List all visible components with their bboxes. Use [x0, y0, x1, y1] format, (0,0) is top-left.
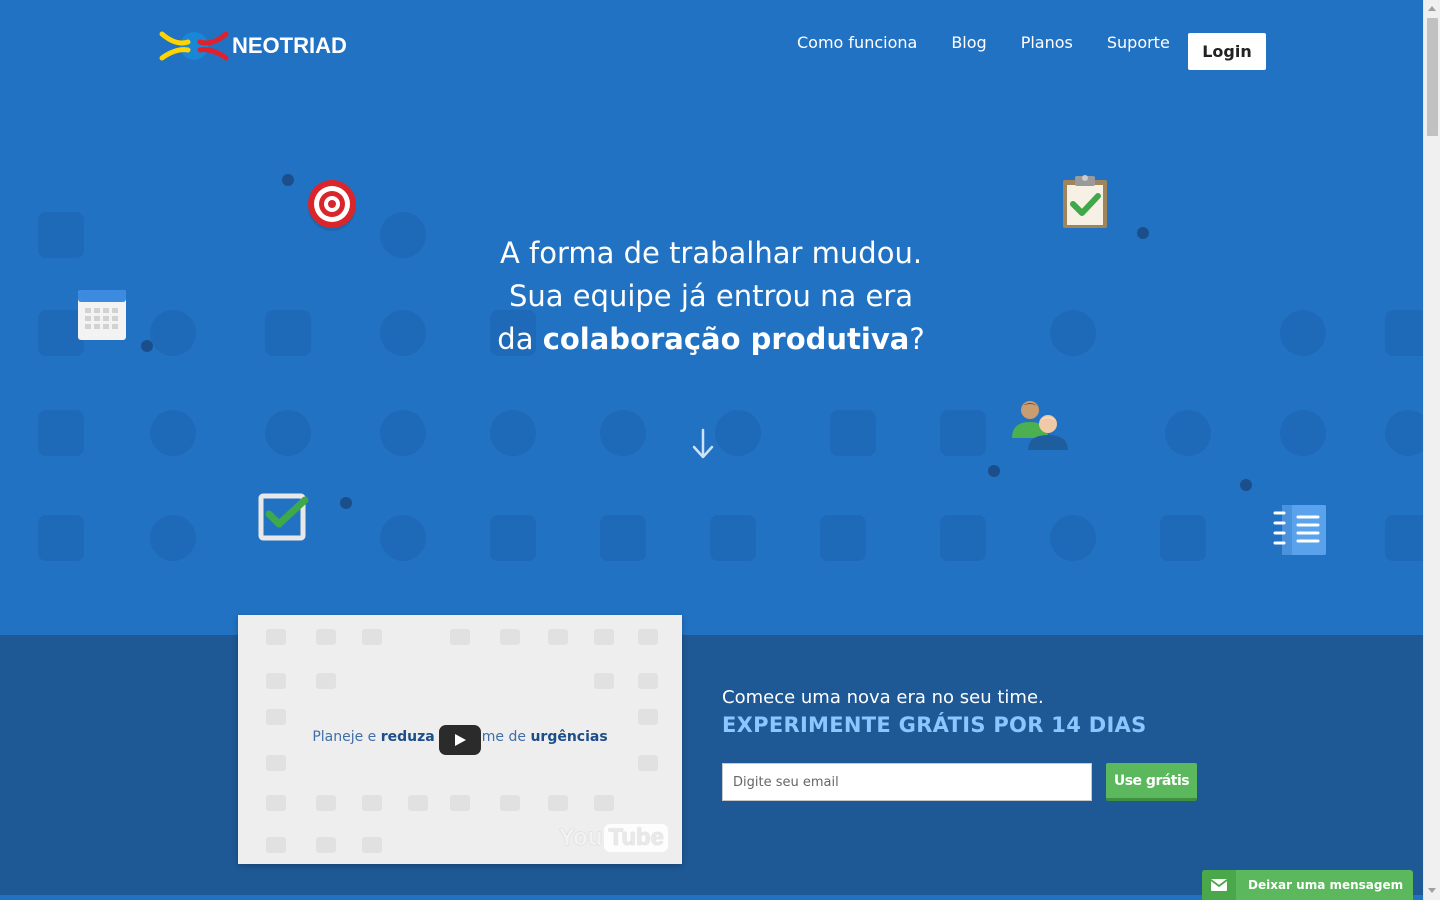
main-nav: Como funciona Blog Planos Suporte: [780, 33, 1187, 52]
logo-text: NEOTRIAD: [232, 33, 347, 58]
signup-title: EXPERIMENTE GRÁTIS POR 14 DIAS: [722, 713, 1147, 737]
logo-mark-icon: [158, 26, 230, 66]
caption-bold1: reduza: [380, 729, 435, 745]
scroll-up-icon[interactable]: [1428, 6, 1436, 11]
hero-line3-suffix: ?: [909, 322, 925, 356]
calendar-icon: [77, 288, 127, 346]
play-icon: [455, 734, 466, 746]
email-input[interactable]: [722, 763, 1092, 801]
decor-dot: [282, 174, 294, 186]
play-button[interactable]: [439, 725, 481, 755]
caption-bold2: urgências: [530, 729, 608, 745]
caption-part1: Planeje e: [312, 729, 381, 745]
envelope-icon: [1202, 870, 1236, 900]
video-player[interactable]: Planeje e reduza o volume de urgências Y…: [238, 615, 682, 864]
nav-suporte[interactable]: Suporte: [1107, 33, 1170, 52]
use-free-button[interactable]: Use grátis: [1106, 763, 1197, 801]
nav-blog[interactable]: Blog: [951, 33, 986, 52]
leave-message-label: Deixar uma mensagem: [1248, 878, 1404, 892]
youtube-logo[interactable]: You Tube: [559, 824, 668, 852]
page: NEOTRIAD Como funciona Blog Planos Supor…: [0, 0, 1423, 900]
decor-dot: [1240, 479, 1252, 491]
scroll-thumb[interactable]: [1427, 18, 1438, 136]
decor-dot: [988, 465, 1000, 477]
clipboard-check-icon: [1060, 172, 1110, 234]
neotriad-logo[interactable]: NEOTRIAD: [158, 26, 347, 66]
leave-message-button[interactable]: Deixar uma mensagem: [1202, 870, 1413, 900]
hero-headline: A forma de trabalhar mudou. Sua equipe j…: [430, 232, 992, 361]
decor-dot: [141, 340, 153, 352]
hero-line2: Sua equipe já entrou na era: [508, 279, 914, 313]
checkbox-icon: [257, 490, 313, 546]
signup-subtitle: Comece uma nova era no seu time.: [722, 687, 1044, 708]
decor-dot: [340, 497, 352, 509]
youtube-logo-you: You: [558, 824, 603, 851]
nav-planos[interactable]: Planos: [1021, 33, 1073, 52]
hero-line3-bold: colaboração produtiva: [542, 322, 910, 356]
down-arrow-icon[interactable]: [690, 428, 716, 460]
nav-como-funciona[interactable]: Como funciona: [797, 33, 917, 52]
target-icon: [306, 179, 358, 235]
hero-line3-prefix: da: [497, 322, 543, 356]
scroll-down-icon[interactable]: [1428, 888, 1436, 893]
youtube-logo-tube: Tube: [604, 824, 668, 852]
notebook-icon: [1272, 503, 1330, 563]
signup-band: [0, 635, 1423, 900]
users-icon: [1008, 398, 1072, 458]
hero-line1: A forma de trabalhar mudou.: [499, 236, 923, 270]
login-button[interactable]: Login: [1188, 33, 1266, 70]
page-scrollbar[interactable]: [1423, 0, 1440, 900]
decor-dot: [1137, 227, 1149, 239]
